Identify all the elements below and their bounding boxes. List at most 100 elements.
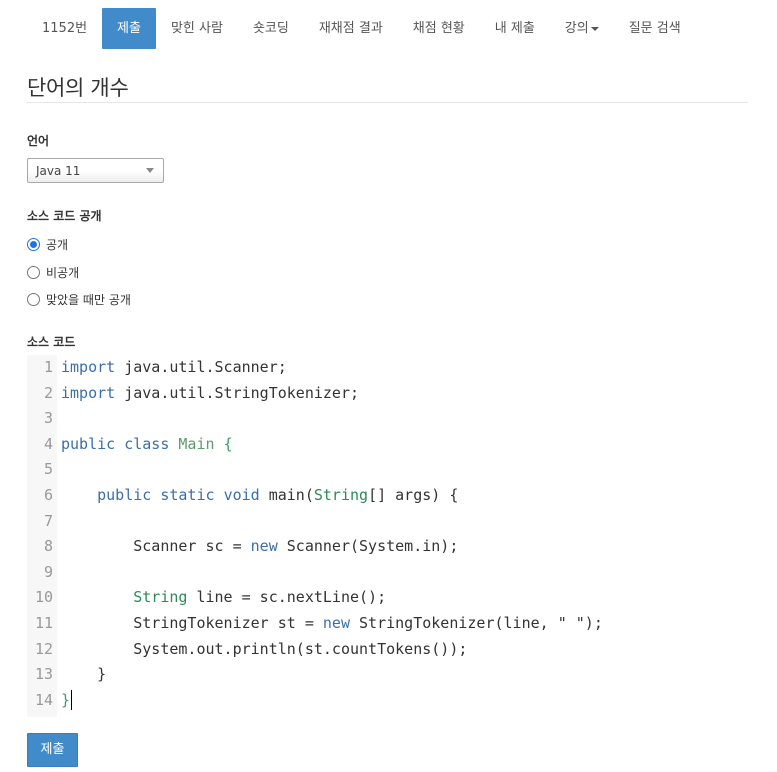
- code-text: }: [61, 662, 106, 688]
- code-text: }: [61, 688, 73, 714]
- code-token: {: [223, 434, 233, 453]
- line-number: 7: [43, 511, 53, 530]
- line-number: 10: [34, 588, 53, 607]
- tab-my-submissions[interactable]: 내 제출: [480, 8, 550, 49]
- problem-nav: 1152번 제출 맞힌 사람 숏코딩 재채점 결과 채점 현황 내 제출 강의 …: [27, 8, 696, 49]
- code-line: 10 String line = sc.nextLine();: [27, 585, 748, 611]
- submit-button[interactable]: 제출: [27, 733, 78, 767]
- radio-public-label: 공개: [46, 238, 69, 252]
- code-token: }: [61, 690, 71, 709]
- code-line: 7: [27, 509, 748, 535]
- line-number: 2: [43, 383, 53, 402]
- radio-public-button[interactable]: [27, 238, 40, 251]
- line-number: 9: [43, 562, 53, 581]
- line-number: 5: [43, 460, 53, 479]
- code-line: 5: [27, 457, 748, 483]
- code-token: String: [133, 588, 188, 607]
- code-token: String: [313, 486, 369, 504]
- code-line: 6 public static void main(String[] args)…: [27, 483, 748, 509]
- text-cursor: [71, 690, 73, 711]
- code-line: 14}: [27, 688, 748, 714]
- code-token: }: [61, 665, 107, 684]
- code-token: StringTokenizer st =: [61, 614, 323, 632]
- title-divider: [27, 102, 748, 103]
- code-line: 13 }: [27, 662, 748, 688]
- code-line: 3: [27, 406, 748, 432]
- tab-solved-users[interactable]: 맞힌 사람: [156, 8, 238, 49]
- code-editor[interactable]: 1 import java.util.Scanner; 2 import java.u…: [27, 355, 748, 717]
- radio-public[interactable]: 공개: [27, 236, 68, 253]
- line-number: 3: [43, 409, 53, 428]
- code-token: System.out.println(st.countTokens());: [61, 639, 468, 658]
- code-visibility-label: 소스 코드 공개: [27, 209, 102, 223]
- code-token: java.util.Scanner;: [115, 358, 287, 376]
- code-token: import: [61, 358, 116, 376]
- code-token: main(: [259, 486, 314, 504]
- tab-rejudge-results[interactable]: 재채점 결과: [304, 8, 398, 49]
- code-token: void: [223, 486, 260, 504]
- code-text: public class Main {: [61, 432, 233, 458]
- code-token: line = sc.nextLine();: [187, 588, 387, 607]
- tab-problem[interactable]: 1152번: [27, 8, 102, 49]
- code-text: Scanner sc = new Scanner(System.in);: [61, 534, 458, 560]
- line-number: 6: [43, 486, 53, 504]
- code-token: static: [160, 486, 215, 504]
- radio-private[interactable]: 비공개: [27, 264, 79, 281]
- code-text: public static void main(String[] args) {: [61, 483, 458, 509]
- code-line: 2 import java.util.StringTokenizer;: [27, 381, 748, 407]
- code-text: import java.util.Scanner;: [61, 355, 287, 381]
- code-line: 11 StringTokenizer st = new StringTokeni…: [27, 611, 748, 637]
- line-number: 4: [43, 434, 53, 453]
- tab-question-search[interactable]: 질문 검색: [614, 8, 696, 49]
- radio-public-if-correct[interactable]: 맞았을 때만 공개: [27, 291, 131, 308]
- code-token: Scanner(System.in);: [277, 537, 459, 556]
- language-select[interactable]: Java 11: [27, 158, 164, 183]
- language-label: 언어: [27, 134, 50, 148]
- code-token: StringTokenizer(line, " ");: [350, 614, 603, 632]
- line-number: 14: [34, 690, 53, 709]
- code-text: System.out.println(st.countTokens());: [61, 637, 467, 663]
- code-token: public: [61, 434, 116, 453]
- code-line: 1 import java.util.Scanner;: [27, 355, 748, 381]
- dropdown-arrow-icon: [146, 168, 154, 173]
- code-text: StringTokenizer st = new StringTokenizer…: [61, 611, 603, 637]
- code-line: 9: [27, 560, 748, 586]
- tab-lectures-dropdown[interactable]: 강의: [550, 8, 614, 49]
- code-line: 12 System.out.println(st.countTokens());: [27, 637, 748, 663]
- radio-public-if-correct-button[interactable]: [27, 293, 40, 306]
- line-number: 12: [34, 639, 53, 658]
- code-token: public: [97, 486, 152, 504]
- radio-private-button[interactable]: [27, 266, 40, 279]
- line-number: 11: [34, 614, 53, 632]
- radio-private-label: 비공개: [46, 266, 80, 280]
- language-select-value: Java 11: [36, 164, 81, 178]
- tab-short-coding[interactable]: 숏코딩: [238, 8, 304, 49]
- tab-judge-status[interactable]: 채점 현황: [398, 8, 480, 49]
- tab-lectures-label: 강의: [564, 21, 589, 36]
- code-token: [] args) {: [368, 486, 459, 504]
- code-token: new: [322, 614, 350, 632]
- line-number: 8: [43, 537, 53, 556]
- page-title: 단어의 개수: [27, 76, 129, 100]
- code-text: String line = sc.nextLine();: [61, 585, 386, 611]
- code-line: 8 Scanner sc = new Scanner(System.in);: [27, 534, 748, 560]
- line-number: 13: [34, 665, 53, 684]
- code-token: java.util.StringTokenizer;: [115, 383, 360, 402]
- code-token: import: [61, 383, 116, 402]
- caret-down-icon: [590, 26, 599, 31]
- code-text: import java.util.StringTokenizer;: [61, 381, 359, 407]
- radio-public-if-correct-label: 맞았을 때만 공개: [46, 293, 131, 307]
- line-number: 1: [43, 358, 53, 376]
- code-token: class: [124, 434, 170, 453]
- code-token: Scanner sc =: [61, 537, 251, 556]
- code-token: Main: [178, 434, 215, 453]
- tab-submit[interactable]: 제출: [102, 8, 156, 49]
- code-line: 4 public class Main {: [27, 432, 748, 458]
- source-code-label: 소스 코드: [27, 335, 76, 349]
